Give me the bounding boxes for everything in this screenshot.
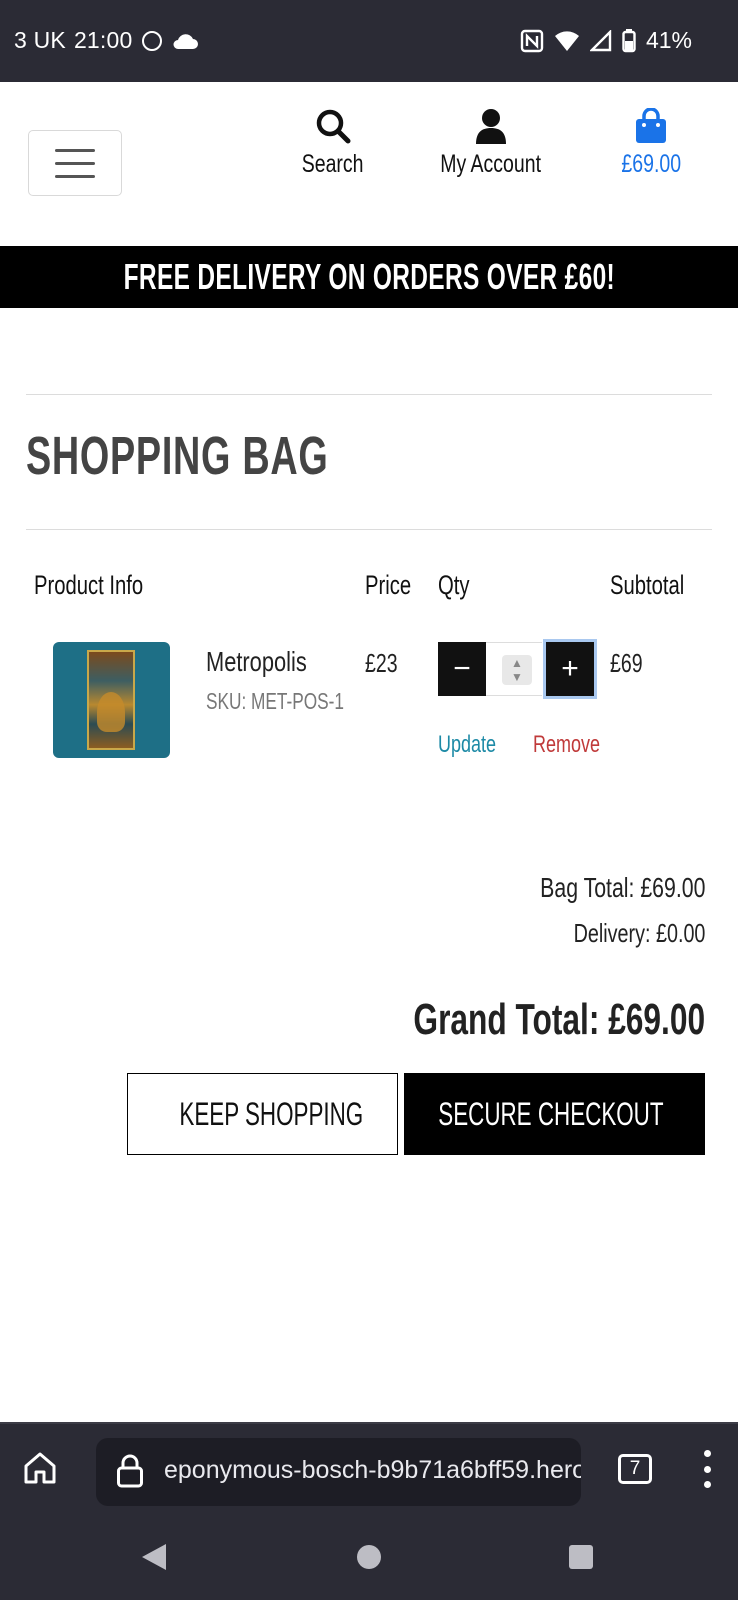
- hamburger-menu-button[interactable]: [28, 130, 122, 196]
- cloud-icon: [173, 33, 198, 49]
- secure-checkout-button[interactable]: SECURE CHECKOUT: [404, 1073, 705, 1155]
- signal-icon: [589, 29, 612, 51]
- home-circle-icon[interactable]: [356, 1544, 382, 1570]
- search-icon: [316, 109, 351, 144]
- column-header-qty: Qty: [438, 570, 470, 600]
- divider: [26, 529, 712, 530]
- quantity-stepper: − ▲ ▼ +: [438, 639, 597, 699]
- divider: [26, 394, 712, 395]
- back-icon[interactable]: [140, 1542, 168, 1572]
- my-account-label: My Account: [440, 150, 542, 178]
- battery-level: 41%: [645, 27, 692, 53]
- wifi-icon: [554, 30, 579, 51]
- search-label: Search: [302, 150, 364, 178]
- page-title: SHOPPING BAG: [26, 426, 329, 486]
- product-sku: SKU: MET-POS-1: [206, 688, 345, 714]
- product-name[interactable]: Metropolis: [206, 646, 307, 678]
- battery-icon: [622, 28, 636, 52]
- my-account-nav[interactable]: My Account: [432, 108, 550, 179]
- tab-count: 7: [629, 1458, 641, 1479]
- decrement-qty-button[interactable]: −: [438, 642, 486, 696]
- browser-toolbar: eponymous-bosch-b9b71a6bff59.herokuapp.c…: [0, 1422, 738, 1514]
- overflow-menu-icon[interactable]: [704, 1450, 712, 1488]
- delivery-cost: Delivery: £0.00: [573, 918, 705, 948]
- bag-total-label: £69.00: [621, 150, 681, 178]
- product-subtotal: £69: [610, 648, 643, 678]
- recents-icon[interactable]: [568, 1544, 594, 1570]
- hamburger-icon-bar: [55, 161, 95, 165]
- user-icon: [476, 109, 506, 144]
- grand-total: Grand Total: £69.00: [413, 995, 705, 1044]
- remove-link[interactable]: Remove: [533, 731, 600, 759]
- column-header-price: Price: [365, 570, 412, 600]
- product-thumbnail[interactable]: [53, 642, 170, 758]
- shopping-bag-nav[interactable]: £69.00: [612, 108, 690, 179]
- site-header: Search My Account £69.00: [0, 82, 738, 246]
- column-header-product-info: Product Info: [34, 570, 144, 600]
- metropolis-poster-image: [87, 650, 135, 750]
- column-header-subtotal: Subtotal: [610, 570, 685, 600]
- spinner-arrows-icon[interactable]: ▲ ▼: [502, 655, 532, 685]
- home-icon[interactable]: [22, 1450, 58, 1486]
- quantity-input[interactable]: ▲ ▼: [486, 642, 542, 696]
- system-navigation-bar: [0, 1514, 738, 1600]
- url-bar[interactable]: eponymous-bosch-b9b71a6bff59.herokuapp.c…: [96, 1438, 581, 1506]
- shopping-bag-icon: [636, 108, 666, 143]
- product-price: £23: [365, 648, 398, 678]
- clock: 21:00: [73, 27, 133, 53]
- lock-icon: [117, 1454, 143, 1488]
- hamburger-icon-bar: [55, 174, 95, 178]
- tab-switcher-button[interactable]: 7: [618, 1454, 652, 1484]
- nfc-icon: [520, 29, 544, 52]
- carrier-label: 3 UK: [14, 27, 66, 53]
- free-delivery-banner: FREE DELIVERY ON ORDERS OVER £60!: [0, 246, 738, 308]
- url-text: eponymous-bosch-b9b71a6bff59.herokuapp.c…: [164, 1456, 581, 1484]
- keep-shopping-button[interactable]: KEEP SHOPPING: [127, 1073, 398, 1155]
- secure-checkout-label: SECURE CHECKOUT: [437, 1095, 664, 1132]
- keep-shopping-label: KEEP SHOPPING: [179, 1095, 364, 1132]
- update-link[interactable]: Update: [438, 731, 496, 759]
- hamburger-icon: [55, 148, 95, 152]
- free-delivery-text: FREE DELIVERY ON ORDERS OVER £60!: [123, 256, 615, 297]
- status-bar: 3 UK 21:00 41%: [0, 0, 738, 82]
- moon-icon: [141, 30, 162, 51]
- increment-qty-button[interactable]: +: [543, 639, 597, 699]
- search-nav[interactable]: Search: [298, 108, 368, 179]
- bag-total: Bag Total: £69.00: [539, 872, 705, 903]
